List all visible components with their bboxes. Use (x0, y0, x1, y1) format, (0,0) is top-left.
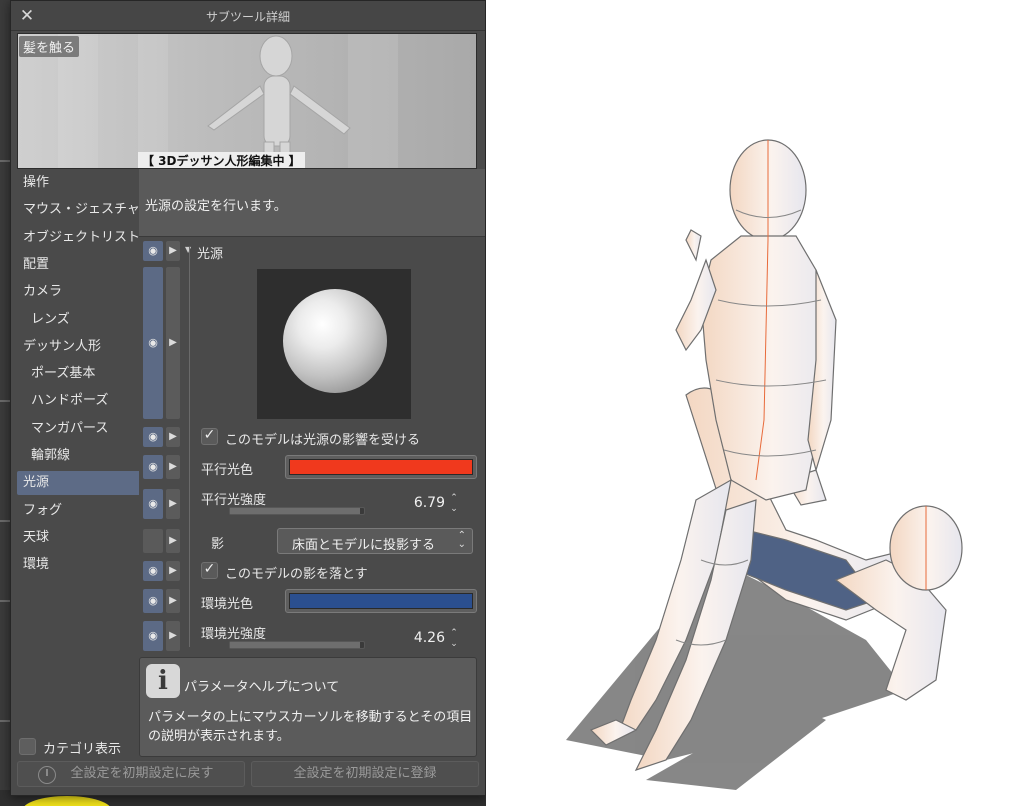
category-item[interactable]: 環境 (17, 553, 141, 577)
ambient-light-color-fill (289, 593, 473, 609)
reset-all-label: 全設定を初期設定に戻す (70, 766, 214, 781)
shadow-label: 影 (211, 537, 225, 552)
category-item[interactable]: 天球 (17, 526, 141, 550)
spin-up-icon[interactable]: ⌃ (448, 494, 460, 503)
ambient-light-color-swatch[interactable] (285, 589, 477, 613)
light-sphere[interactable] (283, 289, 387, 393)
expand-arrow-icon[interactable]: ▶ (166, 529, 180, 553)
ambient-light-strength-label: 環境光強度 (201, 627, 267, 642)
parallel-light-strength-label: 平行光強度 (201, 493, 267, 508)
eye-toggle-icon[interactable]: ◉ (143, 561, 163, 581)
spin-down-icon[interactable]: ⌄ (448, 640, 460, 649)
cast-shadow-checkbox[interactable]: ✓ (201, 561, 218, 579)
expand-arrow-icon[interactable]: ▶ (166, 489, 180, 519)
expand-arrow-icon[interactable]: ▶ (166, 561, 180, 581)
category-item[interactable]: ハンドポーズ (17, 389, 141, 413)
category-item[interactable]: マンガパース (17, 417, 141, 441)
section-title-light: 光源 (197, 247, 224, 262)
help-title: パラメータヘルプについて (184, 680, 340, 695)
receive-light-checkbox[interactable]: ✓ (201, 427, 218, 445)
ambient-light-strength-value[interactable]: 4.26 (401, 630, 445, 646)
3d-drawing-figures[interactable] (486, 0, 1024, 806)
spin-up-icon[interactable]: ⌃ (448, 629, 460, 638)
select-caret-icon: ⌃ ⌄ (457, 530, 466, 550)
expand-arrow-icon[interactable]: ▶ (166, 241, 180, 261)
subtool-detail-dialog: ✕ サブツール詳細 髪を触る 【 3Dデッサン人形編集中 】 操作マウス・ジェス… (10, 0, 486, 796)
cast-shadow-label: このモデルの影を落とす (225, 567, 368, 582)
ambient-light-color-label: 環境光色 (201, 597, 254, 612)
light-direction-preview[interactable] (257, 269, 411, 419)
register-default-label: 全設定を初期設定に登録 (293, 766, 437, 781)
parallel-light-color-fill (289, 459, 473, 475)
description-box: 光源の設定を行います。 (139, 169, 485, 237)
category-item[interactable]: レンズ (17, 308, 141, 332)
ambient-light-strength-slider[interactable] (229, 641, 365, 649)
preview-figure-icon (207, 35, 351, 168)
eye-toggle-icon[interactable]: ◉ (143, 455, 163, 479)
category-item[interactable]: マウス・ジェスチャー (17, 198, 141, 222)
expand-arrow-icon[interactable]: ▶ (166, 427, 180, 447)
3d-canvas[interactable] (486, 0, 1024, 806)
info-icon: i (146, 664, 180, 698)
expand-arrow-icon[interactable]: ▶ (166, 267, 180, 419)
receive-light-label: このモデルは光源の影響を受ける (225, 433, 421, 448)
eye-toggle-icon[interactable]: ◉ (143, 589, 163, 613)
category-item[interactable]: 操作 (17, 171, 141, 195)
category-item[interactable]: カメラ (17, 280, 141, 304)
eye-toggle-icon[interactable]: ◉ (143, 427, 163, 447)
tree-line (189, 247, 190, 647)
category-item[interactable]: 輪郭線 (17, 444, 141, 468)
slider-fill (230, 642, 360, 648)
shadow-mode-select[interactable]: 床面とモデルに投影する ⌃ ⌄ (277, 528, 473, 554)
preview-label: 髪を触る (19, 36, 80, 57)
expand-arrow-icon[interactable]: ▶ (166, 455, 180, 479)
category-display-checkbox[interactable] (19, 738, 36, 755)
footer: 全設定を初期設定に戻す 全設定を初期設定に登録 (17, 761, 479, 787)
slider-fill (230, 508, 360, 514)
category-item[interactable]: フォグ (17, 499, 141, 523)
preview-pane: 髪を触る 【 3Dデッサン人形編集中 】 (17, 33, 477, 169)
category-item[interactable]: ポーズ基本 (17, 362, 141, 386)
parallel-light-strength-value[interactable]: 6.79 (401, 495, 445, 511)
eye-toggle-off-icon[interactable] (143, 529, 163, 553)
reset-icon (38, 766, 56, 784)
parameter-help-box: i パラメータヘルプについて パラメータの上にマウスカーソルを移動するとその項目… (139, 657, 477, 757)
category-item[interactable]: オブジェクトリスト (17, 226, 141, 250)
light-settings-panel: ▼ ◉ ▶ ◉ ▶ ◉ ▶ ◉ ▶ ◉ ▶ ▶ ◉ ▶ ◉ ▶ ◉ ▶ 光源 ✓… (139, 237, 485, 657)
category-list: 操作マウス・ジェスチャー オブジェクトリスト 配置カメラレンズデッサン人形 ポーズ基本… (17, 169, 143, 709)
shadow-mode-value: 床面とモデルに投影する (292, 538, 436, 553)
preview-caption: 【 3Dデッサン人形編集中 】 (138, 152, 305, 168)
category-display-label: カテゴリ表示 (43, 742, 122, 757)
help-body: パラメータの上にマウスカーソルを移動するとその項目の説明が表示されます。 (148, 710, 473, 744)
category-display-toggle[interactable]: カテゴリ表示 (19, 737, 145, 757)
category-item[interactable]: 光源 (17, 471, 141, 496)
spin-down-icon[interactable]: ⌄ (448, 505, 460, 514)
title-bar[interactable]: ✕ サブツール詳細 (11, 1, 485, 31)
window-title: サブツール詳細 (205, 10, 290, 24)
expand-arrow-icon[interactable]: ▶ (166, 589, 180, 613)
description-text: 光源の設定を行います。 (145, 199, 287, 214)
category-item[interactable]: 配置 (17, 253, 141, 277)
expand-arrow-icon[interactable]: ▶ (166, 621, 180, 651)
eye-toggle-icon[interactable]: ◉ (143, 621, 163, 651)
reset-all-button[interactable]: 全設定を初期設定に戻す (17, 761, 245, 787)
register-default-button[interactable]: 全設定を初期設定に登録 (251, 761, 479, 787)
eye-toggle-icon[interactable]: ◉ (143, 267, 163, 419)
parallel-light-strength-slider[interactable] (229, 507, 365, 515)
eye-toggle-icon[interactable]: ◉ (143, 489, 163, 519)
category-item[interactable]: デッサン人形 (17, 335, 141, 359)
parallel-light-color-label: 平行光色 (201, 463, 254, 478)
eye-toggle-icon[interactable]: ◉ (143, 241, 163, 261)
parallel-light-color-swatch[interactable] (285, 455, 477, 479)
